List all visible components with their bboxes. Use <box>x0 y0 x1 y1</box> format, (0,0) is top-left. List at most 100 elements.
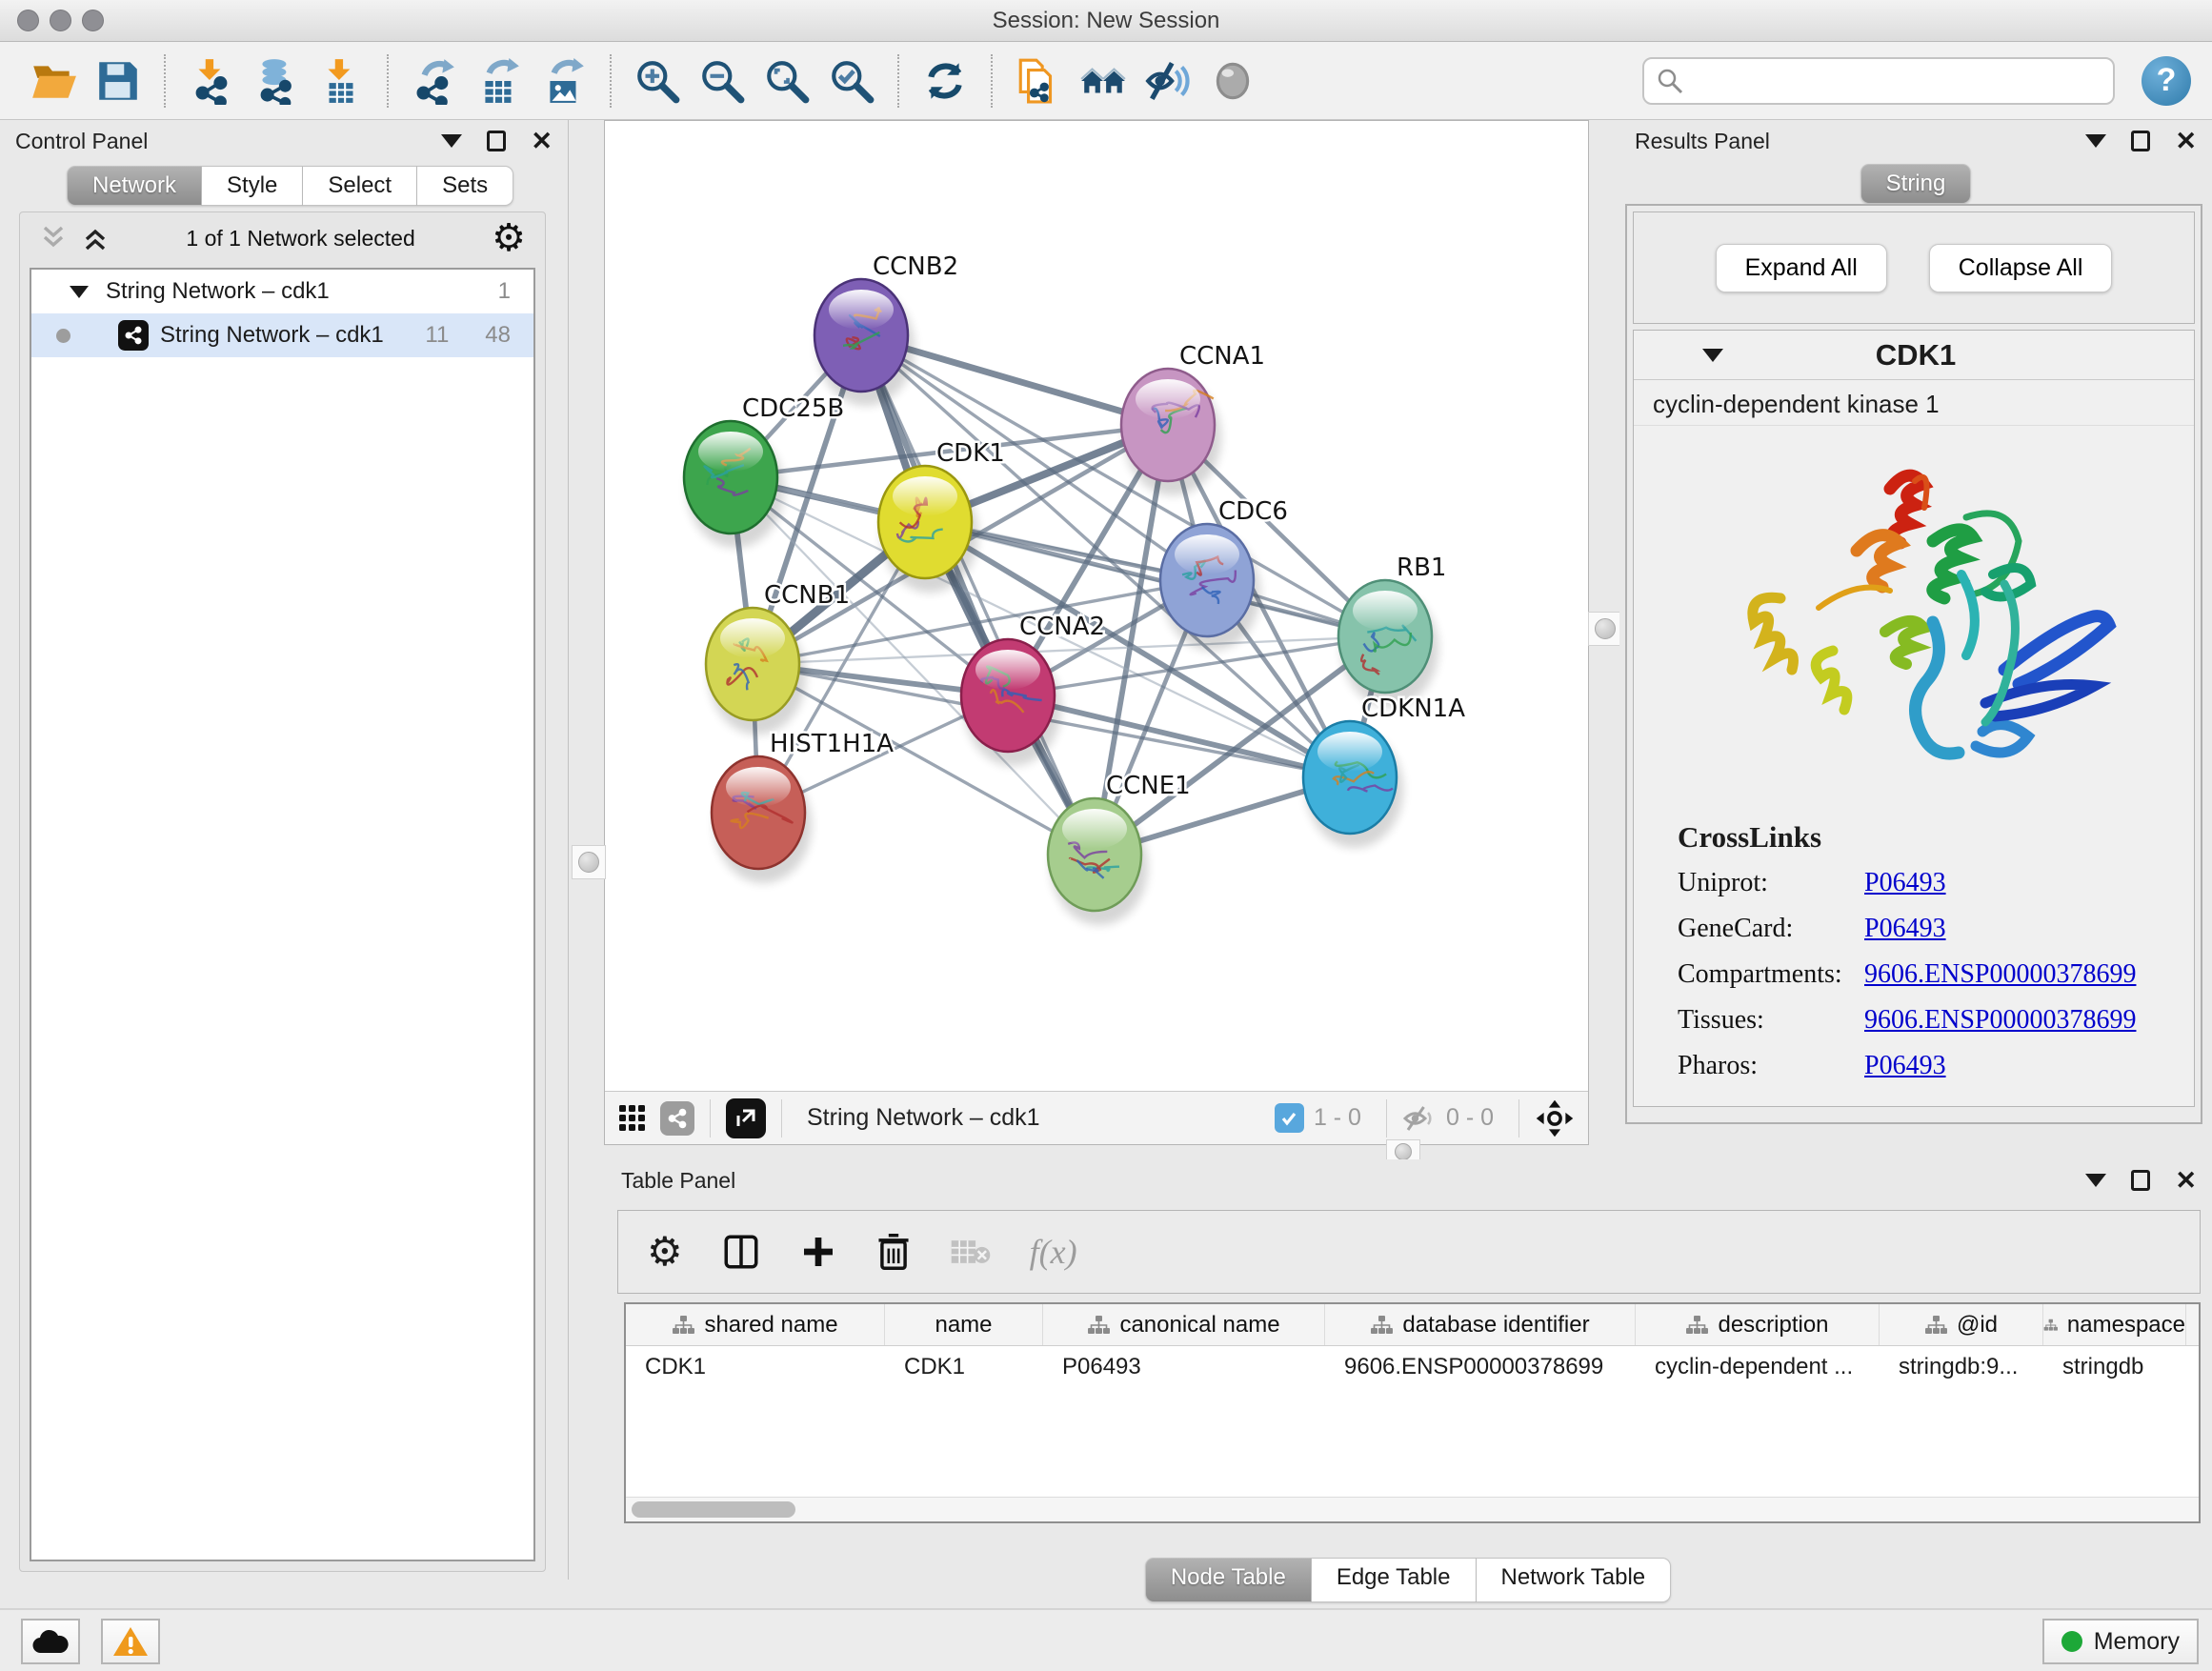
left-splitter-handle[interactable] <box>572 845 606 879</box>
panel-close-icon[interactable]: ✕ <box>531 129 553 154</box>
tab-select[interactable]: Select <box>303 166 417 206</box>
network-node-ccnb2[interactable]: CCNB2 <box>814 252 958 406</box>
open-in-window-icon[interactable] <box>726 1098 766 1138</box>
network-edge[interactable] <box>861 335 1095 855</box>
gear-icon[interactable]: ⚙ <box>647 1232 683 1272</box>
delete-column-icon[interactable] <box>875 1232 912 1272</box>
add-column-icon[interactable] <box>799 1233 837 1271</box>
tab-node-table[interactable]: Node Table <box>1145 1558 1312 1602</box>
table-header-row: shared namenamecanonical namedatabase id… <box>626 1304 2199 1346</box>
string-document-icon[interactable] <box>1013 53 1064 109</box>
warning-icon[interactable] <box>101 1619 160 1664</box>
string-eye-slash-icon[interactable] <box>1142 53 1194 109</box>
collection-collapse-icon[interactable] <box>70 286 89 298</box>
right-splitter-handle[interactable] <box>1588 612 1622 646</box>
tab-string[interactable]: String <box>1860 164 1972 204</box>
table-cell[interactable]: CDK1 <box>885 1346 1043 1388</box>
table-cell[interactable]: cyclin-dependent ... <box>1636 1346 1880 1388</box>
table-cell[interactable]: CDK1 <box>626 1346 885 1388</box>
protein-card-header[interactable]: CDK1 <box>1634 331 2194 380</box>
zoom-out-icon[interactable] <box>696 53 748 109</box>
crosslink-link[interactable]: P06493 <box>1864 1051 1946 1081</box>
crosslink-link[interactable]: P06493 <box>1864 914 1946 944</box>
network-node-ccnb1[interactable]: CCNB1 <box>706 581 850 735</box>
table-row[interactable]: CDK1CDK1P064939606.ENSP00000378699cyclin… <box>626 1346 2199 1388</box>
collapse-all-button[interactable]: Collapse All <box>1929 244 2113 292</box>
network-node-cdkn1a[interactable]: CDKN1A <box>1303 695 1465 848</box>
cloud-icon[interactable] <box>21 1619 80 1664</box>
export-image-icon[interactable] <box>538 53 590 109</box>
open-folder-icon[interactable] <box>28 53 79 109</box>
network-node-cdk1[interactable]: CDK1 <box>878 439 1005 593</box>
import-network-database-icon[interactable] <box>251 53 302 109</box>
glass-ball-icon[interactable] <box>1207 53 1258 109</box>
network-node-cdc25b[interactable]: CDC25B <box>684 394 844 548</box>
refresh-icon[interactable] <box>919 53 971 109</box>
protein-collapse-icon[interactable] <box>1702 349 1723 362</box>
table-cell[interactable]: stringdb <box>2043 1346 2186 1388</box>
memory-button[interactable]: Memory <box>2042 1619 2199 1664</box>
network-node-cdc6[interactable]: CDC6 <box>1160 497 1288 651</box>
column-header-name[interactable]: name <box>885 1304 1043 1345</box>
panel-close-icon[interactable]: ✕ <box>2175 1168 2197 1194</box>
crosshair-icon[interactable] <box>1535 1098 1575 1138</box>
network-node-ccna1[interactable]: CCNA1 <box>1121 342 1265 495</box>
birds-eye-icon[interactable] <box>618 1104 647 1133</box>
table-cell[interactable]: 9606.ENSP00000378699 <box>1325 1346 1636 1388</box>
table-cell[interactable]: stringdb:9... <box>1880 1346 2043 1388</box>
column-header-database-identifier[interactable]: database identifier <box>1325 1304 1636 1345</box>
selected-checkbox-icon[interactable] <box>1275 1103 1304 1133</box>
zoom-fit-icon[interactable] <box>761 53 813 109</box>
column-header-namespace[interactable]: namespace <box>2043 1304 2186 1345</box>
panel-float-icon[interactable] <box>2131 131 2150 151</box>
network-node-hist1h1a[interactable]: HIST1H1A <box>712 730 894 883</box>
tab-style[interactable]: Style <box>202 166 303 206</box>
column-header--id[interactable]: @id <box>1880 1304 2043 1345</box>
expand-all-icon[interactable] <box>81 224 110 252</box>
panel-menu-icon[interactable] <box>2085 1174 2106 1187</box>
panel-float-icon[interactable] <box>487 131 506 151</box>
column-header-shared-name[interactable]: shared name <box>626 1304 885 1345</box>
export-table-icon[interactable] <box>473 53 525 109</box>
network-row[interactable]: String Network – cdk1 11 48 <box>31 313 533 357</box>
crosslinks-heading: CrossLinks <box>1678 820 2194 855</box>
crosslink-link[interactable]: 9606.ENSP00000378699 <box>1864 959 2136 990</box>
results-panel-title: Results Panel <box>1635 129 1770 154</box>
columns-icon[interactable] <box>721 1232 761 1272</box>
network-node-rb1[interactable]: RB1 <box>1338 554 1446 707</box>
import-network-icon[interactable] <box>186 53 237 109</box>
help-icon[interactable]: ? <box>2142 56 2191 106</box>
node-table[interactable]: shared namenamecanonical namedatabase id… <box>624 1302 2201 1523</box>
panel-menu-icon[interactable] <box>2085 134 2106 148</box>
crosslink-link[interactable]: P06493 <box>1864 868 1946 898</box>
crosslink-link[interactable]: 9606.ENSP00000378699 <box>1864 1005 2136 1036</box>
tab-network[interactable]: Network <box>67 166 202 206</box>
gear-icon[interactable]: ⚙ <box>492 219 526 257</box>
column-header-canonical-name[interactable]: canonical name <box>1043 1304 1325 1345</box>
panel-float-icon[interactable] <box>2131 1170 2150 1191</box>
column-header-description[interactable]: description <box>1636 1304 1880 1345</box>
network-canvas[interactable]: CCNB2CCNA1CDC25BCDK1CDC6RB1CCNB1CCNA2CDK… <box>605 121 1588 1091</box>
export-network-icon[interactable] <box>409 53 460 109</box>
search-field[interactable] <box>1642 57 2115 105</box>
import-table-icon[interactable] <box>315 53 367 109</box>
expand-all-button[interactable]: Expand All <box>1716 244 1887 292</box>
zoom-selected-icon[interactable] <box>826 53 877 109</box>
network-view[interactable]: CCNB2CCNA1CDC25BCDK1CDC6RB1CCNB1CCNA2CDK… <box>604 120 1589 1145</box>
hidden-eye-icon[interactable] <box>1402 1104 1437 1133</box>
string-homology-icon[interactable] <box>1077 53 1129 109</box>
table-horizontal-scrollbar[interactable] <box>626 1497 2199 1521</box>
tab-edge-table[interactable]: Edge Table <box>1312 1558 1477 1602</box>
search-input[interactable] <box>1684 68 2084 94</box>
table-cell[interactable]: P06493 <box>1043 1346 1325 1388</box>
scrollbar-thumb[interactable] <box>632 1501 795 1518</box>
save-icon[interactable] <box>92 53 144 109</box>
tab-network-table[interactable]: Network Table <box>1477 1558 1672 1602</box>
network-collection-row[interactable]: String Network – cdk1 1 <box>31 270 533 313</box>
zoom-in-icon[interactable] <box>632 53 683 109</box>
collapse-all-icon[interactable] <box>39 224 68 252</box>
tab-sets[interactable]: Sets <box>417 166 513 206</box>
panel-close-icon[interactable]: ✕ <box>2175 129 2197 154</box>
share-icon[interactable] <box>660 1101 694 1136</box>
panel-menu-icon[interactable] <box>441 134 462 148</box>
